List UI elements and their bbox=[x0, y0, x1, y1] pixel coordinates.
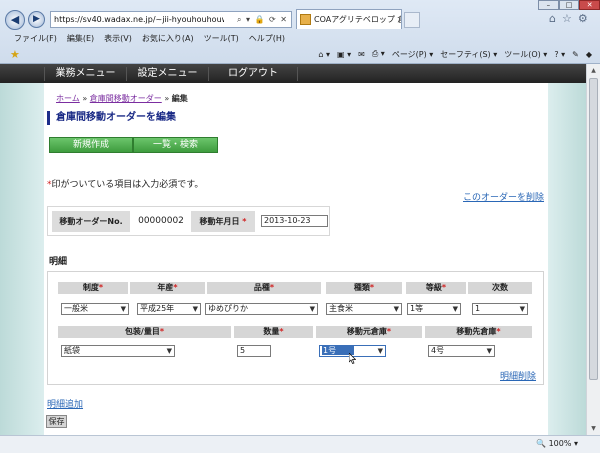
breadcrumb-separator: » bbox=[164, 94, 170, 103]
feeds-icon[interactable]: ▣ ▾ bbox=[337, 50, 351, 59]
to-warehouse-select[interactable]: 4号 ▼ bbox=[428, 345, 495, 357]
details-box: 制度* 年産* 品種* 種類* 等級* 次数 一般米 ▼ 平成25年 ▼ ゆめぴりか… bbox=[47, 271, 544, 385]
header-from-warehouse: 移動元倉庫* bbox=[316, 326, 422, 338]
menu-view[interactable]: 表示(V) bbox=[104, 33, 132, 44]
scroll-up-icon[interactable]: ▲ bbox=[589, 66, 598, 75]
new-button[interactable]: 新規作成 bbox=[49, 137, 133, 153]
chevron-down-icon: ▼ bbox=[486, 347, 492, 355]
address-bar[interactable]: https://sv40.wadax.ne.jp/~jii-hyouhouhou… bbox=[50, 11, 292, 28]
page-menu[interactable]: ページ(P) ▾ bbox=[392, 49, 433, 60]
chevron-down-icon: ▼ bbox=[192, 305, 198, 313]
menu-tools[interactable]: ツール(T) bbox=[204, 33, 239, 44]
research-icon[interactable]: ✎ bbox=[572, 50, 579, 59]
breadcrumb: ホーム » 倉庫間移動オーダー » 編集 bbox=[56, 93, 188, 104]
command-bar: ★ ⌂ ▾ ▣ ▾ ✉ ⎙ ▾ ページ(P) ▾ セーフティ(S) ▾ ツール(… bbox=[0, 45, 600, 63]
extension-icon[interactable]: ◆ bbox=[586, 50, 592, 59]
menu-help[interactable]: ヘルプ(H) bbox=[249, 33, 285, 44]
page-title: 倉庫間移動オーダーを編集 bbox=[47, 111, 176, 125]
required-note: *印がついている項目は入力必須です。 bbox=[47, 177, 203, 190]
mouse-cursor-icon bbox=[349, 353, 356, 364]
add-row-link[interactable]: 明細追加 bbox=[47, 397, 83, 410]
chevron-down-icon: ▼ bbox=[166, 347, 172, 355]
header-year: 年産* bbox=[130, 282, 205, 294]
header-grade: 等級* bbox=[406, 282, 466, 294]
tab-title: COAアグリテベロップ 倉... bbox=[314, 15, 401, 24]
breadcrumb-separator: » bbox=[82, 94, 88, 103]
help-icon[interactable]: ? ▾ bbox=[554, 50, 565, 59]
mail-icon[interactable]: ✉ bbox=[358, 50, 365, 59]
grade-select[interactable]: 1等 ▼ bbox=[407, 303, 461, 315]
home-icon[interactable]: ⌂ bbox=[549, 12, 556, 25]
vertical-scrollbar[interactable]: ▲ ▼ bbox=[586, 64, 600, 435]
minimize-icon[interactable]: – bbox=[538, 0, 559, 10]
order-no-label: 移動オーダーNo. bbox=[52, 211, 130, 232]
order-header-box: 移動オーダーNo. 00000002 移動年月日 * 2013-10-23 bbox=[47, 206, 330, 236]
move-date-label: 移動年月日 * bbox=[191, 211, 255, 232]
header-system: 制度* bbox=[58, 282, 128, 294]
menu-edit[interactable]: 編集(E) bbox=[67, 33, 94, 44]
back-button[interactable]: ◀ bbox=[5, 10, 25, 30]
chevron-down-icon: ▼ bbox=[452, 305, 458, 313]
header-order: 次数 bbox=[468, 282, 532, 294]
header-to-warehouse: 移動先倉庫* bbox=[425, 326, 532, 338]
quantity-input[interactable]: 5 bbox=[237, 345, 271, 357]
close-window-icon[interactable]: ✕ bbox=[579, 0, 600, 10]
chevron-down-icon: ▼ bbox=[377, 347, 383, 355]
save-button[interactable]: 保存 bbox=[46, 415, 67, 428]
menu-file[interactable]: ファイル(F) bbox=[14, 33, 57, 44]
site-nav-bar: 業務メニュー 設定メニュー ログアウト bbox=[0, 64, 586, 83]
nav-settings-menu[interactable]: 設定メニュー bbox=[126, 67, 208, 81]
favorites-star-icon[interactable]: ☆ bbox=[562, 12, 572, 25]
variety-select[interactable]: ゆめぴりか ▼ bbox=[205, 303, 318, 315]
favicon-icon bbox=[300, 14, 311, 25]
details-section-title: 明細 bbox=[49, 257, 68, 267]
menu-bar: ファイル(F) 編集(E) 表示(V) お気に入り(A) ツール(T) ヘルプ(… bbox=[0, 31, 600, 45]
window-controls[interactable]: – □ ✕ bbox=[538, 0, 600, 10]
new-tab-button[interactable] bbox=[404, 12, 420, 28]
chevron-down-icon: ▼ bbox=[393, 305, 399, 313]
header-variety: 品種* bbox=[207, 282, 321, 294]
order-count-select[interactable]: 1 ▼ bbox=[472, 303, 528, 315]
breadcrumb-current: 編集 bbox=[171, 94, 188, 103]
packaging-select[interactable]: 紙袋 ▼ bbox=[61, 345, 175, 357]
nav-logout[interactable]: ログアウト bbox=[208, 67, 298, 81]
safety-menu[interactable]: セーフティ(S) ▾ bbox=[440, 49, 497, 60]
delete-order-link[interactable]: このオーダーを削除 bbox=[463, 190, 544, 203]
list-search-button[interactable]: 一覧・検索 bbox=[133, 137, 218, 153]
system-select[interactable]: 一般米 ▼ bbox=[61, 303, 129, 315]
home-dropdown-icon[interactable]: ⌂ ▾ bbox=[318, 50, 330, 59]
header-quantity: 数量* bbox=[234, 326, 313, 338]
chevron-down-icon: ▼ bbox=[309, 305, 315, 313]
settings-gear-icon[interactable]: ⚙ bbox=[578, 12, 588, 25]
scrollbar-thumb[interactable] bbox=[589, 78, 598, 380]
move-date-input[interactable]: 2013-10-23 bbox=[261, 215, 328, 227]
forward-button[interactable]: ▶ bbox=[28, 11, 45, 28]
header-packaging: 包装/量目* bbox=[58, 326, 231, 338]
nav-business-menu[interactable]: 業務メニュー bbox=[44, 67, 126, 81]
order-no-value: 00000002 bbox=[138, 216, 184, 226]
breadcrumb-home[interactable]: ホーム bbox=[56, 94, 80, 103]
chevron-down-icon: ▼ bbox=[120, 305, 126, 313]
year-select[interactable]: 平成25年 ▼ bbox=[137, 303, 201, 315]
address-controls[interactable]: ⌕ ▾ 🔒 ⟳ ✕ bbox=[237, 15, 291, 25]
status-bar: 🔍 100% ▾ bbox=[0, 435, 600, 453]
browser-tab[interactable]: COAアグリテベロップ 倉... × bbox=[296, 9, 402, 29]
maximize-icon[interactable]: □ bbox=[558, 0, 580, 10]
print-icon[interactable]: ⎙ ▾ bbox=[372, 49, 385, 59]
header-type: 種類* bbox=[326, 282, 402, 294]
add-favorite-star-icon[interactable]: ★ bbox=[10, 48, 20, 61]
delete-row-link[interactable]: 明細削除 bbox=[500, 369, 536, 382]
required-note-text: 印がついている項目は入力必須です。 bbox=[51, 180, 204, 190]
url-text: https://sv40.wadax.ne.jp/~jii-hyouhouhou… bbox=[54, 15, 224, 24]
menu-favorites[interactable]: お気に入り(A) bbox=[142, 33, 194, 44]
scroll-down-icon[interactable]: ▼ bbox=[589, 424, 598, 433]
zoom-level[interactable]: 🔍 100% ▾ bbox=[536, 439, 578, 448]
breadcrumb-parent[interactable]: 倉庫間移動オーダー bbox=[90, 94, 162, 103]
tools-menu[interactable]: ツール(O) ▾ bbox=[504, 49, 547, 60]
chevron-down-icon: ▼ bbox=[519, 305, 525, 313]
type-select[interactable]: 主食米 ▼ bbox=[326, 303, 402, 315]
toolbar-icons: ⌂ ☆ ⚙ bbox=[549, 12, 588, 25]
